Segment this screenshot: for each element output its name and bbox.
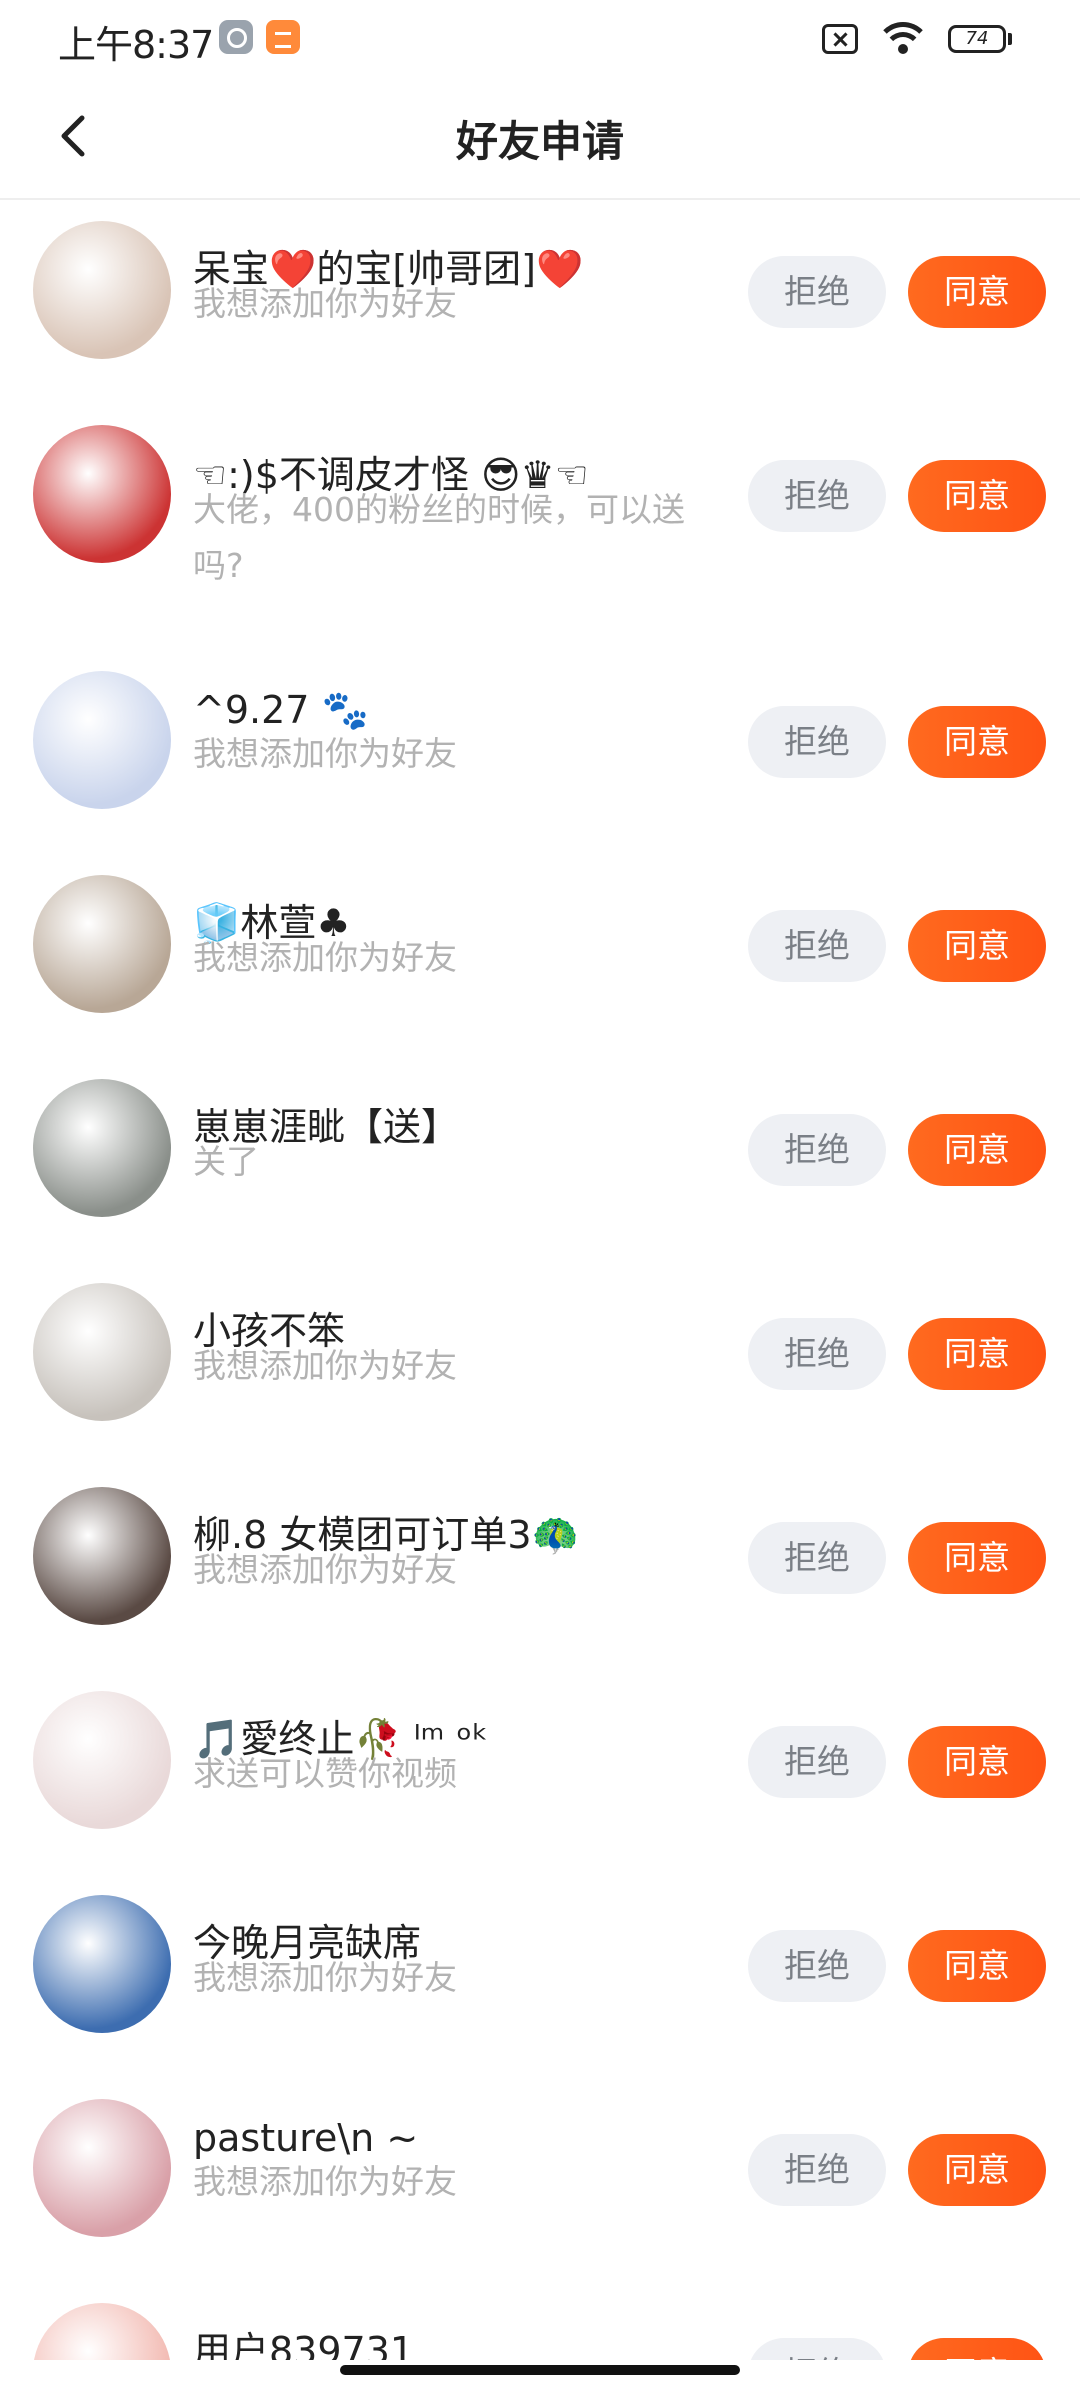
reject-button[interactable]: 拒绝 xyxy=(748,256,886,328)
avatar[interactable] xyxy=(33,1895,171,2033)
avatar[interactable] xyxy=(33,221,171,359)
reject-button[interactable]: 拒绝 xyxy=(748,1114,886,1186)
request-message: 我想添加你为好友 xyxy=(193,734,457,773)
request-item[interactable]: 用户839731 拒绝同意 xyxy=(0,2282,1080,2360)
accept-button[interactable]: 同意 xyxy=(908,1114,1046,1186)
page-title: 好友申请 xyxy=(455,117,624,166)
request-message: 我想添加你为好友 xyxy=(193,1958,457,1997)
avatar[interactable] xyxy=(33,875,171,1013)
notification-shop-icon xyxy=(266,20,300,54)
request-message: 我想添加你为好友 xyxy=(193,1346,457,1385)
wifi-icon xyxy=(880,22,926,56)
home-indicator[interactable] xyxy=(340,2365,740,2375)
reject-button[interactable]: 拒绝 xyxy=(748,460,886,532)
request-item[interactable]: 小孩不笨 我想添加你为好友 拒绝 同意 xyxy=(0,1262,1080,1466)
status-bar: 上午8:37 74 xyxy=(0,0,1080,80)
avatar[interactable] xyxy=(33,1079,171,1217)
request-item[interactable]: pasture\n ~ 我想添加你为好友 拒绝 同意 xyxy=(0,2078,1080,2282)
accept-button[interactable]: 同意 xyxy=(908,2134,1046,2206)
accept-button[interactable]: 同意 xyxy=(908,706,1046,778)
request-message: 我想添加你为好友 xyxy=(193,938,457,977)
accept-button[interactable]: 同意 xyxy=(908,1726,1046,1798)
avatar[interactable] xyxy=(33,671,171,809)
avatar[interactable] xyxy=(33,1283,171,1421)
accept-button[interactable]: 同意 xyxy=(908,2338,1046,2360)
reject-button[interactable]: 拒绝 xyxy=(748,1726,886,1798)
request-message: 我想添加你为好友 xyxy=(193,2162,457,2201)
request-item[interactable]: 🧊林萱♣ 我想添加你为好友 拒绝 同意 xyxy=(0,854,1080,1058)
reject-button[interactable]: 拒绝 xyxy=(748,1318,886,1390)
reject-button[interactable]: 拒绝 xyxy=(748,1522,886,1594)
request-message: 大佬，400的粉丝的时候，可以送吗? xyxy=(193,490,685,585)
reject-button[interactable]: 拒绝 xyxy=(748,910,886,982)
battery-icon: 74 xyxy=(948,25,1012,53)
request-item[interactable]: ^9.27 🐾 我想添加你为好友 拒绝 同意 xyxy=(0,650,1080,854)
request-item[interactable]: 崽崽涯眦【送】 关了 拒绝 同意 xyxy=(0,1058,1080,1262)
avatar[interactable] xyxy=(33,425,171,563)
friend-request-list[interactable]: 呆宝❤️的宝[帅哥团]❤️ 我想添加你为好友 拒绝 同意 ☜:)$不调皮才怪 😎♛☜ 大佬… xyxy=(0,200,1080,2360)
accept-button[interactable]: 同意 xyxy=(908,460,1046,532)
accept-button[interactable]: 同意 xyxy=(908,1522,1046,1594)
request-item[interactable]: 🎵愛终止🥀 ᴵᵐ ᵒᵏ 求送可以赞你视频 拒绝 同意 xyxy=(0,1670,1080,1874)
status-time: 上午8:37 xyxy=(58,23,214,67)
request-item[interactable]: 呆宝❤️的宝[帅哥团]❤️ 我想添加你为好友 拒绝 同意 xyxy=(0,200,1080,404)
reject-button[interactable]: 拒绝 xyxy=(748,2134,886,2206)
accept-button[interactable]: 同意 xyxy=(908,1930,1046,2002)
no-sim-icon xyxy=(822,24,858,54)
request-message: 求送可以赞你视频 xyxy=(193,1754,457,1793)
request-message: 我想添加你为好友 xyxy=(193,1550,457,1589)
reject-button[interactable]: 拒绝 xyxy=(748,2338,886,2360)
reject-button[interactable]: 拒绝 xyxy=(748,706,886,778)
reject-button[interactable]: 拒绝 xyxy=(748,1930,886,2002)
accept-button[interactable]: 同意 xyxy=(908,1318,1046,1390)
request-name[interactable]: 用户839731 xyxy=(193,2320,414,2360)
request-message: 我想添加你为好友 xyxy=(193,284,457,323)
avatar[interactable] xyxy=(33,1691,171,1829)
request-item[interactable]: 今晚月亮缺席 我想添加你为好友 拒绝 同意 xyxy=(0,1874,1080,2078)
request-message: 关了 xyxy=(193,1142,259,1181)
notification-app-icon xyxy=(219,20,253,54)
accept-button[interactable]: 同意 xyxy=(908,256,1046,328)
request-item[interactable]: 柳.8 女模团可订单3🦚 我想添加你为好友 拒绝 同意 xyxy=(0,1466,1080,1670)
status-indicators: 74 xyxy=(822,18,1012,60)
request-item[interactable]: ☜:)$不调皮才怪 😎♛☜ 大佬，400的粉丝的时候，可以送吗? 拒绝 同意 xyxy=(0,404,1080,650)
nav-bar: 好友申请 xyxy=(0,80,1080,200)
avatar[interactable] xyxy=(33,1487,171,1625)
avatar[interactable] xyxy=(33,2303,171,2360)
avatar[interactable] xyxy=(33,2099,171,2237)
battery-level: 74 xyxy=(948,25,1006,53)
accept-button[interactable]: 同意 xyxy=(908,910,1046,982)
